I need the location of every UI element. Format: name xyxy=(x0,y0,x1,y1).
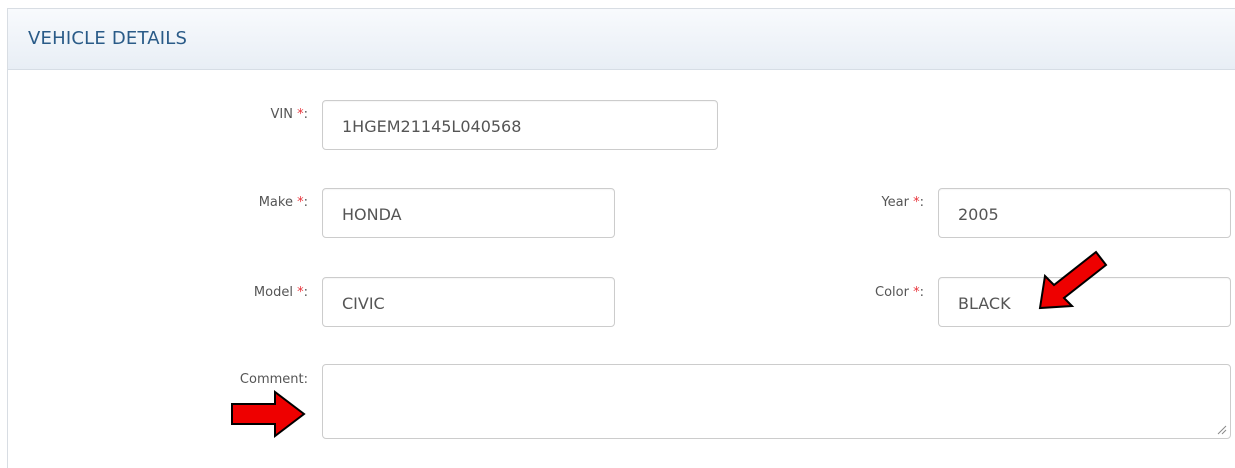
model-value: CIVIC xyxy=(342,294,385,313)
model-input[interactable]: CIVIC xyxy=(322,277,615,327)
year-label: Year *: xyxy=(881,195,924,210)
vin-value: 1HGEM21145L040568 xyxy=(342,117,522,136)
comment-label-text: Comment: xyxy=(239,372,308,387)
year-colon: : xyxy=(919,195,924,210)
make-colon: : xyxy=(303,195,308,210)
make-value: HONDA xyxy=(342,205,402,224)
comment-pointer-arrow-icon xyxy=(231,390,306,438)
model-label-text: Model xyxy=(253,285,293,300)
comment-textarea[interactable] xyxy=(322,364,1231,439)
model-colon: : xyxy=(303,285,308,300)
model-label: Model *: xyxy=(254,285,308,300)
vin-input[interactable]: 1HGEM21145L040568 xyxy=(322,100,718,150)
make-input[interactable]: HONDA xyxy=(322,188,615,238)
color-colon: : xyxy=(919,285,924,300)
make-label: Make *: xyxy=(259,195,308,210)
panel-header: VEHICLE DETAILS xyxy=(8,9,1235,70)
color-pointer-arrow-icon xyxy=(1038,250,1108,310)
panel-title: VEHICLE DETAILS xyxy=(28,28,188,49)
resize-grip-icon[interactable] xyxy=(1217,425,1227,435)
year-value: 2005 xyxy=(958,205,999,224)
year-label-text: Year xyxy=(881,195,909,210)
color-label: Color *: xyxy=(875,285,924,300)
comment-label: Comment: xyxy=(240,372,308,387)
vin-colon: : xyxy=(303,107,308,122)
vin-label-text: VIN xyxy=(270,107,293,122)
vin-label: VIN *: xyxy=(271,107,308,122)
make-label-text: Make xyxy=(258,195,293,210)
color-value: BLACK xyxy=(958,294,1011,313)
year-input[interactable]: 2005 xyxy=(938,188,1231,238)
color-label-text: Color xyxy=(875,285,909,300)
